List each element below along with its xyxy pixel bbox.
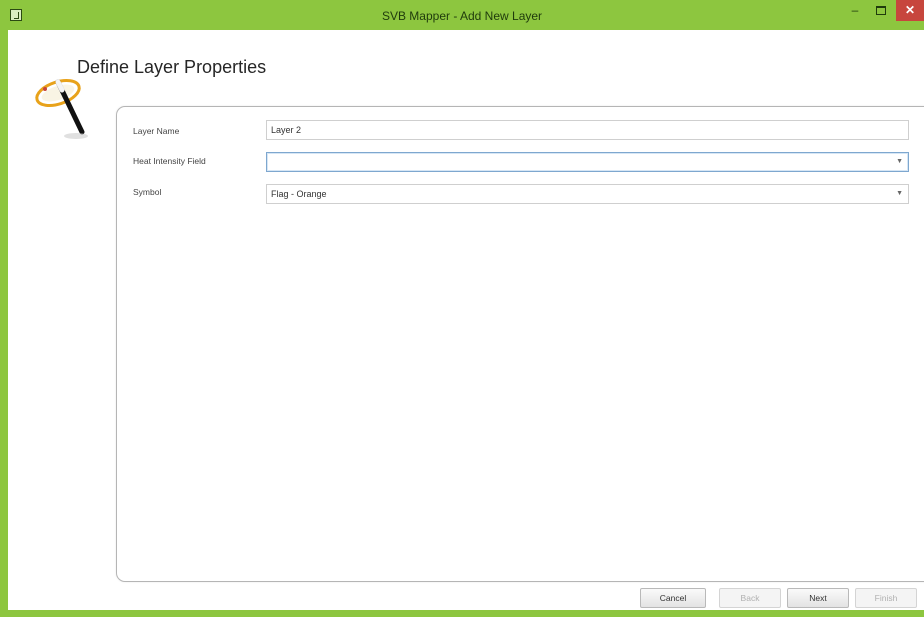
symbol-value: Flag - Orange	[271, 189, 327, 199]
heat-intensity-dropdown[interactable]: ▼	[266, 152, 909, 172]
finish-button[interactable]: Finish	[855, 588, 917, 608]
minimize-button[interactable]: –	[842, 0, 868, 21]
symbol-label: Symbol	[133, 187, 162, 197]
close-button[interactable]: ✕	[896, 0, 924, 21]
layer-name-input[interactable]: Layer 2	[266, 120, 909, 140]
title-bar[interactable]: SVB Mapper - Add New Layer – ✕	[0, 0, 924, 30]
window-title: SVB Mapper - Add New Layer	[381, 9, 543, 23]
symbol-dropdown[interactable]: Flag - Orange ▼	[266, 184, 909, 204]
layer-name-label: Layer Name	[133, 126, 180, 136]
app-window: SVB Mapper - Add New Layer – ✕ Define La…	[0, 0, 924, 617]
wizard-content: Define Layer Properties Layer Name Layer…	[8, 30, 924, 610]
chevron-down-icon[interactable]: ▼	[896, 185, 903, 203]
chevron-down-icon[interactable]: ▼	[896, 153, 903, 171]
back-button[interactable]: Back	[719, 588, 781, 608]
next-button[interactable]: Next	[787, 588, 849, 608]
maximize-button[interactable]	[868, 0, 894, 21]
maximize-icon	[876, 6, 886, 16]
heat-intensity-label: Heat Intensity Field	[133, 156, 206, 166]
cancel-button[interactable]: Cancel	[640, 588, 706, 608]
magic-wand-icon	[35, 79, 88, 139]
page-title: Define Layer Properties	[77, 57, 267, 77]
properties-panel: Layer Name Layer 2 Heat Intensity Field …	[116, 106, 924, 582]
